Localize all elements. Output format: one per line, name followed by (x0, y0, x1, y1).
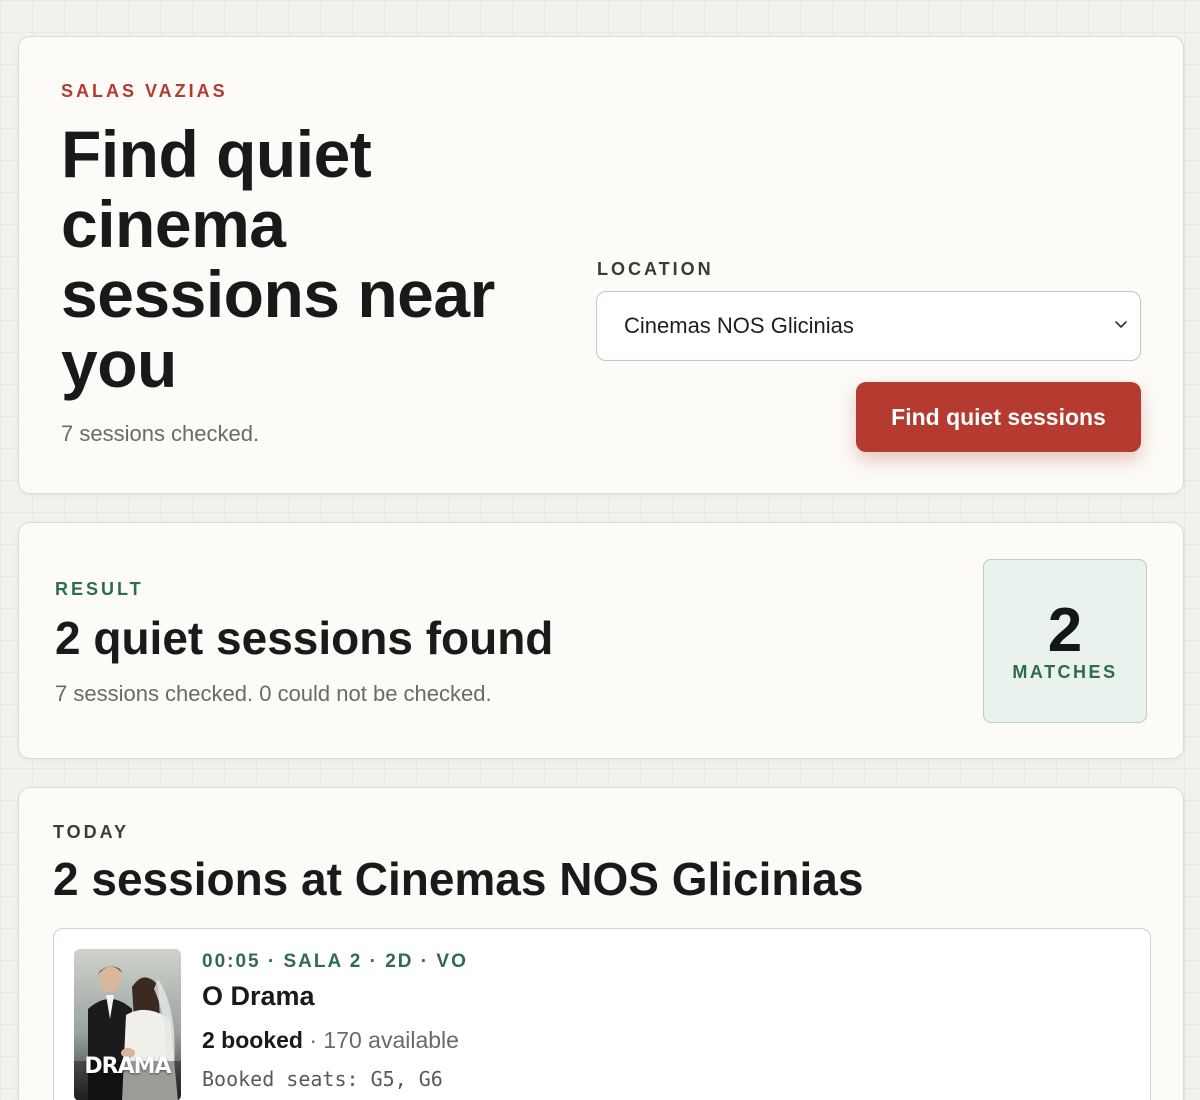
search-card: SALAS VAZIAS Find quiet cinema sessions … (18, 36, 1184, 494)
location-label: LOCATION (597, 259, 714, 279)
location-select-value: Cinemas NOS Glicinias (624, 313, 854, 338)
booked-count: 2 booked (202, 1027, 303, 1053)
result-card: RESULT 2 quiet sessions found 7 sessions… (18, 522, 1184, 759)
session-meta: 00:05 · SALA 2 · 2D · VO (202, 951, 468, 972)
available-count: · 170 available (309, 1027, 459, 1053)
app-eyebrow: SALAS VAZIAS (61, 81, 228, 101)
result-subtitle: 7 sessions checked. 0 could not be check… (55, 681, 492, 706)
page-title: Find quiet cinema sessions near you (61, 117, 495, 401)
seat-availability: 2 booked · 170 available (202, 1027, 459, 1054)
session-card[interactable]: DRAMA 00:05 · SALA 2 · 2D · VO O Drama 2… (53, 928, 1151, 1100)
movie-poster: DRAMA (74, 949, 181, 1100)
matches-count: 2 (1047, 596, 1083, 665)
sessions-checked-text: 7 sessions checked. (61, 421, 260, 446)
movie-title[interactable]: O Drama (202, 981, 315, 1012)
matches-badge: 2 MATCHES (983, 559, 1147, 723)
poster-title-text: DRAMA (84, 1054, 171, 1079)
matches-label: MATCHES (1012, 662, 1118, 682)
result-eyebrow: RESULT (55, 579, 144, 599)
today-card: TODAY 2 sessions at Cinemas NOS Glicinia… (18, 787, 1184, 1100)
booked-seats: Booked seats: G5, G6 (202, 1067, 443, 1091)
chevron-down-icon (1115, 321, 1127, 328)
today-eyebrow: TODAY (53, 822, 130, 842)
location-select[interactable]: Cinemas NOS Glicinias (596, 291, 1141, 361)
today-title: 2 sessions at Cinemas NOS Glicinias (53, 853, 864, 905)
result-title: 2 quiet sessions found (55, 612, 554, 664)
find-quiet-sessions-button[interactable]: Find quiet sessions (856, 382, 1141, 452)
